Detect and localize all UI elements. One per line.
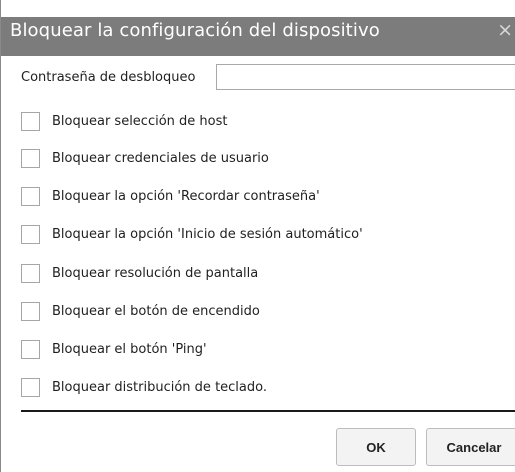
checkbox[interactable]: [21, 224, 40, 244]
option-lock-host-selection[interactable]: Bloquear selección de host: [21, 110, 227, 132]
checkbox[interactable]: [21, 301, 40, 321]
close-icon[interactable]: ×: [497, 19, 513, 41]
option-lock-screen-resolution[interactable]: Bloquear resolución de pantalla: [21, 262, 258, 284]
option-lock-ping-button[interactable]: Bloquear el botón 'Ping': [21, 338, 207, 360]
checkbox[interactable]: [21, 339, 40, 359]
option-label: Bloquear la opción 'Inicio de sesión aut…: [52, 226, 363, 242]
checkbox[interactable]: [21, 148, 40, 168]
footer-divider: [21, 410, 515, 412]
lock-device-settings-dialog: Bloquear la configuración del dispositiv…: [0, 0, 515, 472]
option-label: Bloquear el botón de encendido: [52, 303, 260, 319]
checkbox[interactable]: [21, 263, 40, 283]
option-lock-keyboard-layout[interactable]: Bloquear distribución de teclado.: [21, 376, 267, 398]
option-label: Bloquear credenciales de usuario: [52, 150, 269, 166]
option-lock-remember-password[interactable]: Bloquear la opción 'Recordar contraseña': [21, 185, 320, 207]
option-label: Bloquear distribución de teclado.: [52, 379, 267, 395]
ok-button[interactable]: OK: [336, 428, 416, 466]
dialog-titlebar[interactable]: Bloquear la configuración del dispositiv…: [1, 0, 515, 56]
checkbox[interactable]: [21, 186, 40, 206]
checkbox[interactable]: [21, 377, 40, 397]
option-label: Bloquear el botón 'Ping': [52, 341, 207, 357]
unlock-password-label: Contraseña de desbloqueo: [21, 70, 196, 85]
option-lock-auto-login[interactable]: Bloquear la opción 'Inicio de sesión aut…: [21, 223, 363, 245]
option-label: Bloquear resolución de pantalla: [52, 265, 259, 281]
option-lock-power-button[interactable]: Bloquear el botón de encendido: [21, 300, 260, 322]
unlock-password-input[interactable]: [216, 64, 515, 90]
checkbox[interactable]: [21, 111, 40, 131]
option-label: Bloquear selección de host: [52, 113, 228, 129]
option-label: Bloquear la opción 'Recordar contraseña': [52, 188, 320, 204]
dialog-title: Bloquear la configuración del dispositiv…: [10, 20, 380, 41]
option-lock-user-credentials[interactable]: Bloquear credenciales de usuario: [21, 147, 269, 169]
cancel-button[interactable]: Cancelar: [426, 428, 515, 466]
